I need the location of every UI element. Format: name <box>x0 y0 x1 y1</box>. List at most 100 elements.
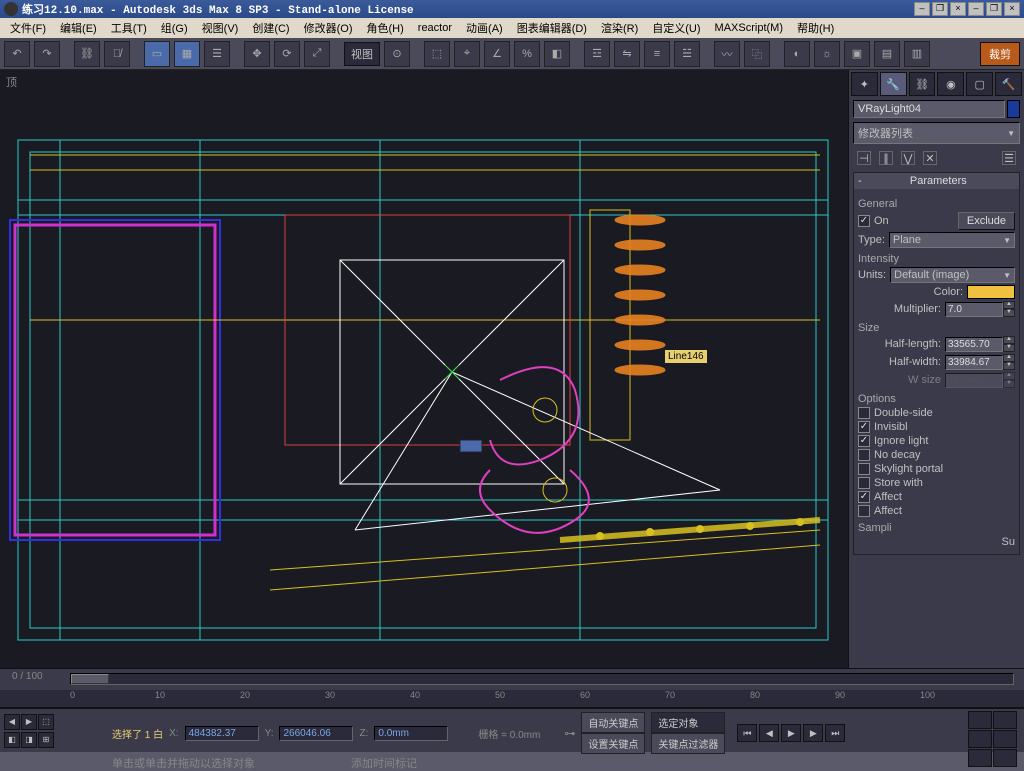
set-key-button[interactable]: 设置关键点 <box>581 733 645 754</box>
time-ruler[interactable]: 0 10 20 30 40 50 60 70 80 90 100 <box>0 690 1024 708</box>
menu-render[interactable]: 渲染(R) <box>595 18 644 38</box>
named-sel-button[interactable]: ☲ <box>584 41 610 67</box>
close-child-button[interactable]: × <box>950 2 966 16</box>
goto-start-button[interactable]: ⏮ <box>737 724 757 742</box>
hierarchy-tab[interactable]: ⛓ <box>909 72 936 96</box>
half-width-spinner[interactable]: ▲▼ <box>945 354 1015 370</box>
restore-child-button[interactable]: ❐ <box>932 2 948 16</box>
key-filters-button[interactable]: 关键点过滤器 <box>651 733 725 754</box>
key-icon[interactable]: ⊶ <box>564 727 575 740</box>
configure-sets-icon[interactable]: ☰ <box>1002 151 1016 165</box>
pivot-button[interactable]: ⊙ <box>384 41 410 67</box>
x-field[interactable]: 484382.37 <box>185 726 259 741</box>
isolate-icon[interactable]: ◧ <box>4 732 20 748</box>
no-decay-checkbox[interactable] <box>858 449 870 461</box>
rotate-button[interactable]: ⟳ <box>274 41 300 67</box>
redo-button[interactable]: ↷ <box>34 41 60 67</box>
object-name-field[interactable] <box>853 100 1005 118</box>
menu-reactor[interactable]: reactor <box>412 20 458 36</box>
unlink-button[interactable]: ⛓̸ <box>104 41 130 67</box>
snap-button[interactable]: ⌖ <box>454 41 480 67</box>
menu-file[interactable]: 文件(F) <box>4 18 52 38</box>
time-slider[interactable]: 0 / 100 <box>0 668 1024 690</box>
time-tag-button[interactable]: 添加时间标记 <box>351 755 417 771</box>
menu-modifiers[interactable]: 修改器(O) <box>298 18 359 38</box>
show-result-icon[interactable]: ∥ <box>879 151 893 165</box>
make-unique-icon[interactable]: ⋁ <box>901 151 915 165</box>
percent-snap-button[interactable]: % <box>514 41 540 67</box>
minimize-button[interactable]: – <box>968 2 984 16</box>
modify-tab[interactable]: 🔧 <box>880 72 907 96</box>
layer-button[interactable]: ☱ <box>674 41 700 67</box>
double-side-checkbox[interactable] <box>858 407 870 419</box>
x-lock-icon[interactable]: ◨ <box>21 732 37 748</box>
curve-editor-button[interactable]: 〰 <box>714 41 740 67</box>
schematic-button[interactable]: ⿻ <box>744 41 770 67</box>
next-frame-button[interactable]: ▶ <box>21 714 37 730</box>
half-length-spinner[interactable]: ▲▼ <box>945 336 1015 352</box>
fov-button[interactable] <box>993 730 1017 748</box>
auto-key-button[interactable]: 自动关键点 <box>581 712 645 733</box>
display-tab[interactable]: ▢ <box>966 72 993 96</box>
type-dropdown[interactable]: Plane▼ <box>889 232 1015 248</box>
arc-rotate-button[interactable] <box>993 749 1017 767</box>
multiplier-spinner[interactable]: ▲▼ <box>945 301 1015 317</box>
menu-create[interactable]: 创建(C) <box>246 18 295 38</box>
affect1-checkbox[interactable] <box>858 491 870 503</box>
prev-frame-button[interactable]: ◀ <box>4 714 20 730</box>
ignore-light-checkbox[interactable] <box>858 435 870 447</box>
align-button[interactable]: ≡ <box>644 41 670 67</box>
move-button[interactable]: ✥ <box>244 41 270 67</box>
zoom-extents-button[interactable] <box>968 730 992 748</box>
next-key-button[interactable]: ▶ <box>803 724 823 742</box>
spinner-snap-button[interactable]: ◧ <box>544 41 570 67</box>
zoom-button[interactable] <box>968 711 992 729</box>
render-scene-button[interactable]: ☼ <box>814 41 840 67</box>
on-checkbox[interactable] <box>858 215 870 227</box>
create-tab[interactable]: ✦ <box>851 72 878 96</box>
key-target-dropdown[interactable]: 选定对象 <box>651 712 725 733</box>
modifier-list-dropdown[interactable]: 修改器列表▼ <box>853 122 1020 144</box>
exclude-button[interactable]: Exclude <box>958 212 1015 230</box>
store-with-checkbox[interactable] <box>858 477 870 489</box>
goto-end-button[interactable]: ⏭ <box>825 724 845 742</box>
select-button[interactable]: ▭ <box>144 41 170 67</box>
remove-modifier-icon[interactable]: ✕ <box>923 151 937 165</box>
menu-maxscript[interactable]: MAXScript(M) <box>709 20 789 36</box>
angle-snap-button[interactable]: ∠ <box>484 41 510 67</box>
render-last-button[interactable]: ▤ <box>874 41 900 67</box>
viewport-top[interactable] <box>0 70 848 668</box>
link-button[interactable]: ⛓ <box>74 41 100 67</box>
scale-button[interactable]: ⤢ <box>304 41 330 67</box>
menu-character[interactable]: 角色(H) <box>361 18 410 38</box>
menu-tools[interactable]: 工具(T) <box>105 18 153 38</box>
select-region-button[interactable]: ▦ <box>174 41 200 67</box>
menu-help[interactable]: 帮助(H) <box>791 18 840 38</box>
units-dropdown[interactable]: Default (image)▼ <box>890 267 1015 283</box>
menu-group[interactable]: 组(G) <box>155 18 194 38</box>
material-button[interactable]: ◐ <box>784 41 810 67</box>
close-button[interactable]: × <box>1004 2 1020 16</box>
crop-button[interactable]: 裁剪 <box>980 42 1020 66</box>
menu-animation[interactable]: 动画(A) <box>460 18 509 38</box>
select-manipulate-button[interactable]: ⬚ <box>424 41 450 67</box>
menu-graph[interactable]: 图表编辑器(D) <box>511 18 593 38</box>
zoom-all-button[interactable] <box>993 711 1017 729</box>
undo-button[interactable]: ↶ <box>4 41 30 67</box>
prev-key-button[interactable]: ◀ <box>759 724 779 742</box>
menu-views[interactable]: 视图(V) <box>196 18 245 38</box>
abs-rel-icon[interactable]: ⊞ <box>38 732 54 748</box>
play-button[interactable]: ▶ <box>781 724 801 742</box>
pan-button[interactable] <box>968 749 992 767</box>
utilities-tab[interactable]: 🔨 <box>995 72 1022 96</box>
menu-edit[interactable]: 编辑(E) <box>54 18 103 38</box>
mirror-button[interactable]: ⇋ <box>614 41 640 67</box>
time-slider-thumb[interactable] <box>71 674 109 684</box>
affect2-checkbox[interactable] <box>858 505 870 517</box>
y-field[interactable]: 266046.06 <box>279 726 353 741</box>
select-by-name-button[interactable]: ☰ <box>204 41 230 67</box>
render-preset-button[interactable]: ▥ <box>904 41 930 67</box>
quick-render-button[interactable]: ▣ <box>844 41 870 67</box>
restore-button[interactable]: ❐ <box>986 2 1002 16</box>
minimize-child-button[interactable]: – <box>914 2 930 16</box>
